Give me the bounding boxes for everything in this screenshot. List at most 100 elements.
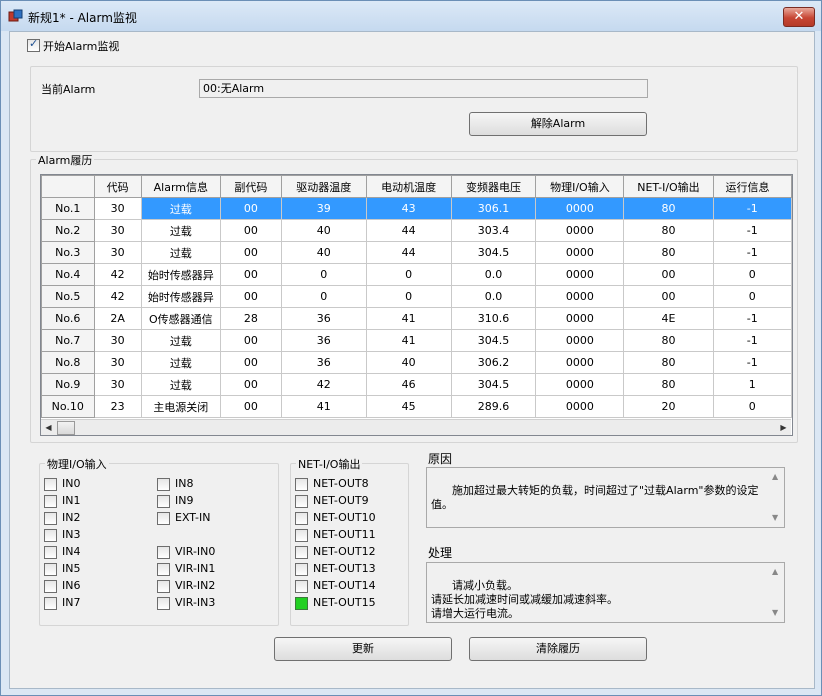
table-cell[interactable]: 30 — [93, 373, 142, 396]
table-cell[interactable]: 289.6 — [450, 395, 537, 418]
vir-in-checkbox[interactable] — [157, 580, 170, 593]
table-cell[interactable]: 0 — [712, 395, 792, 418]
table-cell[interactable]: 36 — [280, 351, 367, 374]
table-cell[interactable]: 0 — [712, 285, 792, 308]
row-header[interactable]: No.6 — [41, 307, 95, 330]
row-header[interactable]: No.8 — [41, 351, 95, 374]
table-cell[interactable]: 46 — [365, 373, 452, 396]
phys-in-checkbox[interactable] — [44, 563, 57, 576]
phys-in-checkbox[interactable] — [44, 478, 57, 491]
net-out-checkbox[interactable] — [295, 597, 308, 610]
table-cell[interactable]: 20 — [623, 395, 714, 418]
table-cell[interactable]: 0 — [365, 285, 452, 308]
table-cell[interactable]: -1 — [712, 219, 792, 242]
table-cell[interactable]: 36 — [280, 329, 367, 352]
table-cell[interactable]: 00 — [623, 263, 714, 286]
table-cell[interactable]: 30 — [93, 219, 142, 242]
table-cell[interactable]: 43 — [365, 197, 452, 220]
table-row[interactable]: No.7 30 过载 00 36 41 304.5 0000 80 -1 — [41, 329, 792, 352]
table-cell[interactable]: 30 — [93, 329, 142, 352]
table-cell[interactable]: 00 — [219, 197, 282, 220]
column-header[interactable]: 电动机温度 — [365, 175, 452, 198]
table-cell[interactable]: 30 — [93, 197, 142, 220]
phys-in-checkbox[interactable] — [157, 495, 170, 508]
phys-in-checkbox[interactable] — [44, 546, 57, 559]
table-cell[interactable]: 30 — [93, 241, 142, 264]
table-cell[interactable]: 0000 — [535, 219, 625, 242]
row-header[interactable]: No.7 — [41, 329, 95, 352]
table-cell[interactable]: 过载 — [140, 241, 221, 264]
table-cell[interactable]: 0000 — [535, 351, 625, 374]
row-header[interactable]: No.3 — [41, 241, 95, 264]
table-cell[interactable]: 0.0 — [450, 263, 537, 286]
table-cell[interactable]: 0.0 — [450, 285, 537, 308]
table-cell[interactable]: -1 — [712, 197, 792, 220]
net-out-checkbox[interactable] — [295, 512, 308, 525]
table-cell[interactable]: 00 — [219, 329, 282, 352]
table-cell[interactable]: 42 — [93, 285, 142, 308]
table-cell[interactable]: 00 — [219, 241, 282, 264]
table-cell[interactable]: 4E — [623, 307, 714, 330]
table-cell[interactable]: 0 — [712, 263, 792, 286]
phys-in-checkbox[interactable] — [44, 597, 57, 610]
table-cell[interactable]: 30 — [93, 351, 142, 374]
scroll-left-icon[interactable]: ◀ — [41, 420, 56, 435]
table-cell[interactable]: 00 — [219, 395, 282, 418]
net-out-checkbox[interactable] — [295, 546, 308, 559]
table-cell[interactable]: 0 — [365, 263, 452, 286]
vir-in-checkbox[interactable] — [157, 546, 170, 559]
row-header[interactable]: No.1 — [41, 197, 95, 220]
table-row[interactable]: No.4 42 始时传感器异 00 0 0 0.0 0000 00 0 — [41, 263, 792, 286]
table-row[interactable]: No.6 2A O传感器通信 28 36 41 310.6 0000 4E -1 — [41, 307, 792, 330]
table-cell[interactable]: 0000 — [535, 241, 625, 264]
table-cell[interactable]: 80 — [623, 241, 714, 264]
row-header[interactable]: No.10 — [41, 395, 95, 418]
table-cell[interactable]: 80 — [623, 197, 714, 220]
table-cell[interactable]: 始时传感器异 — [140, 285, 221, 308]
table-cell[interactable]: 过载 — [140, 219, 221, 242]
table-cell[interactable]: 0000 — [535, 329, 625, 352]
table-cell[interactable]: 0000 — [535, 197, 625, 220]
table-cell[interactable]: 41 — [280, 395, 367, 418]
table-cell[interactable]: 310.6 — [450, 307, 537, 330]
row-header[interactable]: No.9 — [41, 373, 95, 396]
column-header[interactable]: 运行信息 — [712, 175, 792, 198]
row-header[interactable]: No.4 — [41, 263, 95, 286]
table-cell[interactable]: -1 — [712, 307, 792, 330]
vir-in-checkbox[interactable] — [157, 597, 170, 610]
scroll-up-icon[interactable]: ▲ — [772, 565, 778, 579]
scroll-down-icon[interactable]: ▼ — [772, 511, 778, 525]
table-cell[interactable]: 00 — [219, 263, 282, 286]
table-cell[interactable]: 0000 — [535, 395, 625, 418]
table-cell[interactable]: 306.2 — [450, 351, 537, 374]
cause-scrollbar[interactable]: ▲ ▼ — [769, 468, 784, 527]
alarm-history-grid[interactable]: 代码 Alarm信息 副代码 驱动器温度 电动机温度 变频器电压 物理I/O输入… — [40, 174, 793, 436]
phys-in-checkbox[interactable] — [44, 580, 57, 593]
table-cell[interactable]: 36 — [280, 307, 367, 330]
table-cell[interactable]: 28 — [219, 307, 282, 330]
scroll-right-icon[interactable]: ▶ — [776, 420, 791, 435]
table-cell[interactable]: 303.4 — [450, 219, 537, 242]
column-header[interactable]: Alarm信息 — [140, 175, 221, 198]
table-cell[interactable]: 80 — [623, 219, 714, 242]
net-out-checkbox[interactable] — [295, 478, 308, 491]
table-cell[interactable]: -1 — [712, 241, 792, 264]
table-cell[interactable]: 0000 — [535, 373, 625, 396]
table-cell[interactable]: 40 — [280, 241, 367, 264]
net-out-checkbox[interactable] — [295, 495, 308, 508]
table-cell[interactable]: 00 — [623, 285, 714, 308]
reset-alarm-button[interactable]: 解除Alarm — [469, 112, 647, 136]
column-header[interactable]: NET-I/O输出 — [623, 175, 714, 198]
table-cell[interactable]: -1 — [712, 351, 792, 374]
vir-in-checkbox[interactable] — [157, 563, 170, 576]
table-cell[interactable]: 主电源关闭 — [140, 395, 221, 418]
table-cell[interactable]: 00 — [219, 351, 282, 374]
phys-in-checkbox[interactable] — [44, 495, 57, 508]
title-bar[interactable]: 新规1* - Alarm监视 ✕ — [1, 1, 821, 31]
close-button[interactable]: ✕ — [783, 7, 815, 27]
table-cell[interactable]: 2A — [93, 307, 142, 330]
table-cell[interactable]: O传感器通信 — [140, 307, 221, 330]
table-cell[interactable]: 过载 — [140, 197, 221, 220]
table-cell[interactable]: 始时传感器异 — [140, 263, 221, 286]
table-cell[interactable]: 306.1 — [450, 197, 537, 220]
